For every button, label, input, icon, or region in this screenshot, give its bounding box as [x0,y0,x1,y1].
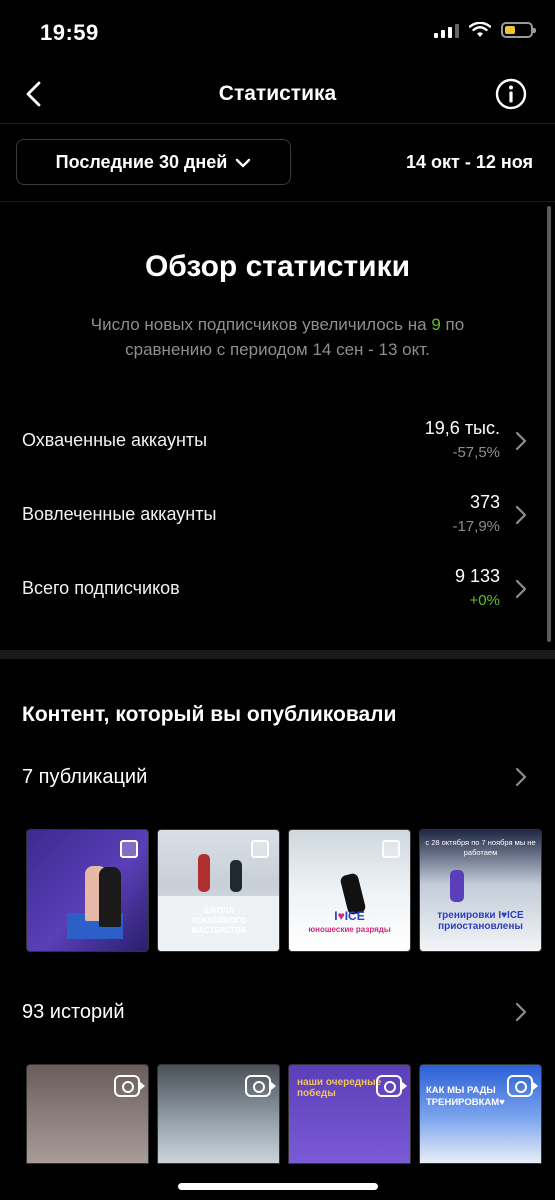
video-camera-icon [245,1075,271,1097]
date-range-selector[interactable]: Последние 30 дней [16,139,291,185]
metric-row-reached-accounts[interactable]: Охваченные аккаунты 19,6 тыс. -57,5% [0,414,555,474]
person-figure [450,870,464,902]
stories-thumbnails: наши очередные победы КАК МЫ РАДЫ ТРЕНИР… [26,1064,542,1164]
date-span: 14 окт - 12 ноя [406,152,533,172]
person-figure [198,854,210,892]
chevron-right-icon [515,1002,527,1022]
battery-icon [501,22,536,38]
metric-row-total-followers[interactable]: Всего подписчиков 9 133 +0% [0,562,555,622]
status-time: 19:59 [40,20,99,45]
posts-thumbnails: ШКОЛА ХОККЕЙНОГО МАСТЕРСТВА I♥ICE юношес… [26,829,542,952]
thumbnail-logo: I♥ICE юношеские разряды [289,910,410,936]
post-thumbnail[interactable]: с 28 октября по 7 ноября мы не работаем … [419,829,542,952]
metric-value: 373 [469,492,500,512]
story-thumbnail[interactable]: наши очередные победы [288,1064,411,1164]
posts-count-label: 7 публикаций [22,766,148,788]
metric-delta: -17,9% [452,518,500,535]
story-thumbnail[interactable]: КАК МЫ РАДЫ ТРЕНИРОВКАМ♥ [419,1064,542,1164]
metric-row-engaged-accounts[interactable]: Вовлеченные аккаунты 373 -17,9% [0,488,555,548]
multi-select-checkbox [382,840,400,858]
metric-label: Вовлеченные аккаунты [22,504,217,524]
chevron-right-icon [515,767,527,787]
section-divider [0,650,555,659]
person-figure [230,860,242,892]
cellular-signal-icon [434,22,459,38]
metric-delta: -57,5% [452,444,500,461]
overview-subtitle-prefix: Число новых подписчиков увеличилось на [90,315,427,334]
multi-select-checkbox [251,840,269,858]
heart-icon: ♥ [337,909,345,923]
metric-label: Охваченные аккаунты [22,430,208,450]
stories-row[interactable]: 93 историй [0,995,555,1035]
status-icons [434,22,536,38]
chevron-down-icon [236,158,251,168]
thumbnail-caption: с 28 октября по 7 ноября мы не работаем [425,838,536,857]
page-title: Статистика [218,82,337,105]
story-thumbnail[interactable] [157,1064,280,1164]
post-thumbnail[interactable]: ШКОЛА ХОККЕЙНОГО МАСТЕРСТВА [157,829,280,952]
date-range-selector-label: Последние 30 дней [55,151,228,172]
thumbnail-caption: ШКОЛА ХОККЕЙНОГО МАСТЕРСТВА [191,906,247,935]
info-icon[interactable] [495,78,527,110]
metric-delta: +0% [469,592,500,609]
thumbnail-caption: юношеские разряды [308,925,391,934]
stories-count-label: 93 историй [22,1001,125,1023]
story-thumbnail[interactable] [26,1064,149,1164]
overview-title: Обзор статистики [144,250,411,283]
status-bar: 19:59 [0,0,555,64]
overview-section: Обзор статистики Число новых подписчиков… [0,202,555,650]
metric-value: 9 133 [454,566,500,586]
home-indicator[interactable] [178,1183,378,1190]
wifi-icon [469,22,491,37]
person-figure [99,867,121,927]
overview-subtitle-value: 9 [431,315,441,334]
posts-row[interactable]: 7 публикаций [0,760,555,800]
logo-part: ICE [344,909,365,923]
video-camera-icon [114,1075,140,1097]
metric-value: 19,6 тыс. [424,418,500,438]
chevron-right-icon [515,505,527,525]
nav-bar: Статистика [0,64,555,124]
chevron-right-icon [515,579,527,599]
metric-label: Всего подписчиков [22,578,180,598]
thumbnail-logo: тренировки I♥ICE приостановлены [437,910,524,932]
post-thumbnail[interactable]: I♥ICE юношеские разряды [288,829,411,952]
video-camera-icon [507,1075,533,1097]
video-camera-icon [376,1075,402,1097]
chevron-right-icon [515,431,527,451]
post-thumbnail[interactable] [26,829,149,952]
multi-select-checkbox [120,840,138,858]
overview-subtitle: Число новых подписчиков увеличилось на 9… [50,312,505,362]
date-range-row: Последние 30 дней 14 окт - 12 ноя [0,124,555,202]
content-section-title: Контент, который вы опубликовали [22,703,397,726]
